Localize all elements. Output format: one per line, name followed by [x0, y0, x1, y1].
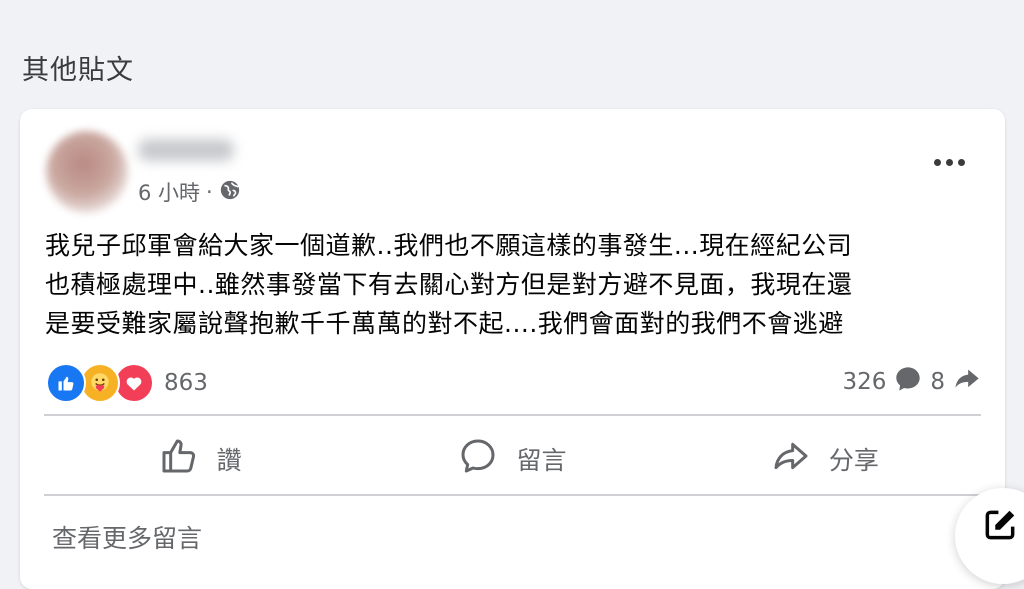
post-text: 我兒子邱軍會給大家一個道歉..我們也不願這樣的事發生...現在經紀公司 也積極處… — [45, 226, 985, 343]
post-text-line: 是要受難家屬說聲抱歉千千萬萬的對不起....我們會面對的我們不會逃避 — [45, 309, 844, 338]
comment-button-label: 留言 — [516, 446, 567, 475]
thumbs-up-icon — [159, 436, 199, 482]
view-more-comments-link[interactable]: 查看更多留言 — [52, 519, 202, 555]
love-icon — [114, 363, 154, 403]
post-card: 6 小時 · 我兒子邱軍會給大家一個道歉..我們也不願這樣的事發生...現在經紀… — [20, 109, 1005, 589]
share-button-label: 分享 — [828, 446, 879, 475]
comment-bubble-icon — [894, 365, 922, 399]
comment-icon — [458, 436, 498, 482]
divider — [44, 494, 981, 496]
globe-icon — [219, 179, 241, 206]
divider — [44, 414, 981, 416]
post-time[interactable]: 6 小時 — [138, 177, 200, 207]
reaction-count: 863 — [164, 370, 208, 396]
edit-icon — [981, 506, 1019, 548]
post-actions: 讚 留言 分享 — [44, 421, 981, 497]
reactions-summary[interactable]: 863 — [46, 363, 208, 403]
comment-button[interactable]: 留言 — [356, 421, 668, 497]
post-text-line: 我兒子邱軍會給大家一個道歉..我們也不願這樣的事發生...現在經紀公司 — [45, 231, 853, 260]
avatar[interactable] — [46, 131, 128, 213]
share-count[interactable]: 8 — [930, 369, 945, 395]
share-arrow-icon — [953, 365, 981, 399]
care-icon — [80, 363, 120, 403]
like-button-label: 讚 — [216, 446, 242, 475]
like-button[interactable]: 讚 — [44, 421, 356, 497]
like-icon — [46, 363, 86, 403]
section-title: 其他貼文 — [22, 55, 134, 86]
comment-count[interactable]: 326 — [842, 369, 886, 395]
post-meta: 6 小時 · — [138, 177, 241, 207]
post-text-line: 也積極處理中..雖然事發當下有去關心對方但是對方避不見面，我現在還 — [45, 270, 853, 299]
share-button[interactable]: 分享 — [669, 421, 981, 497]
author-name-blurred[interactable] — [138, 139, 234, 161]
share-icon — [771, 436, 811, 482]
more-options-icon[interactable] — [934, 159, 965, 166]
meta-separator: · — [206, 180, 213, 204]
engagement-counts: 326 8 — [842, 365, 981, 399]
